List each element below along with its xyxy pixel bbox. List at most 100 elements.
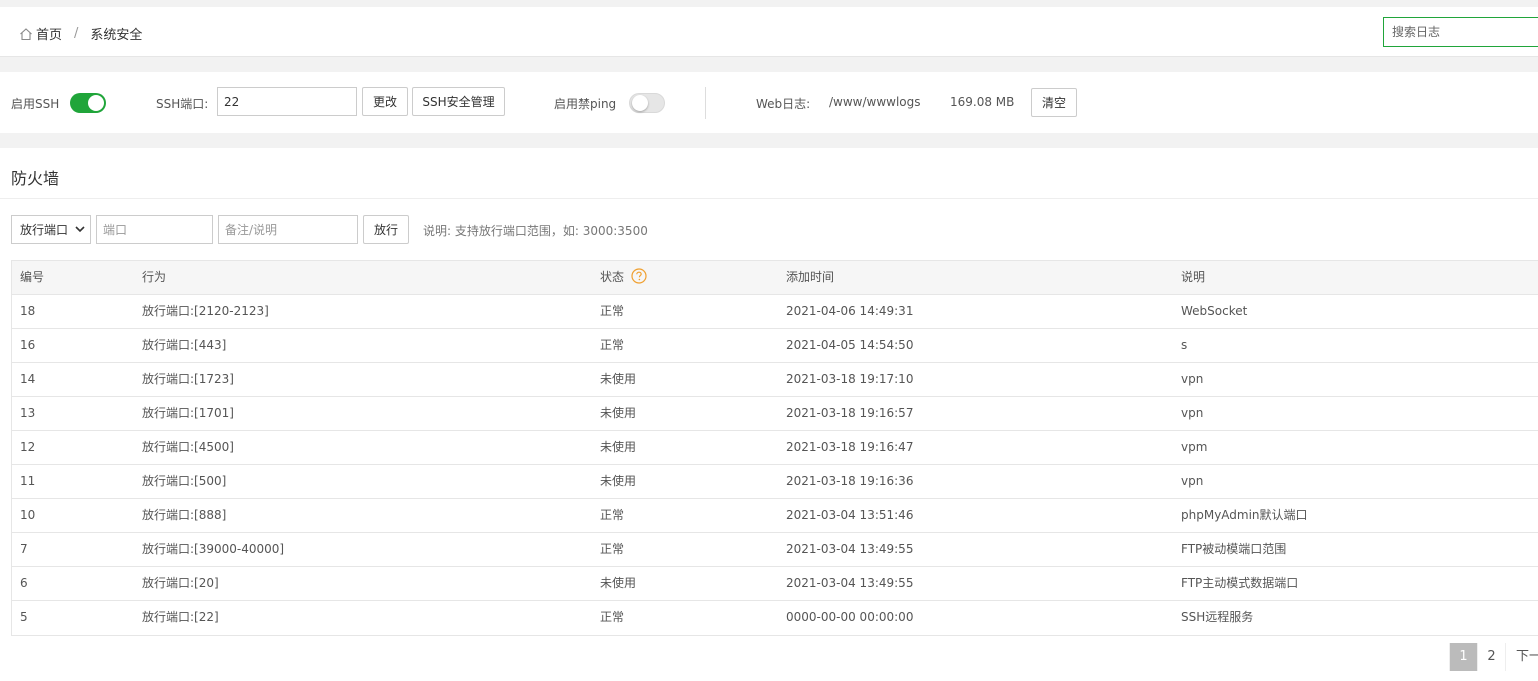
port-range-hint: 说明: 支持放行端口范围，如: 3000:3500 [423, 224, 648, 238]
rule-time: 2021-03-04 13:49:55 [786, 542, 914, 556]
rule-id: 7 [20, 542, 28, 556]
rule-note: vpn [1181, 406, 1204, 420]
rule-time: 2021-03-04 13:49:55 [786, 576, 914, 590]
rule-action: 放行端口:[22] [142, 610, 219, 624]
rule-status[interactable]: 未使用 [600, 431, 636, 464]
weblog-label: Web日志: [756, 97, 811, 111]
rule-status[interactable]: 正常 [600, 329, 624, 362]
rule-id: 10 [20, 508, 36, 522]
next-page-button[interactable]: 下一 [1505, 643, 1538, 671]
table-row: 11 放行端口:[500] 未使用 2021-03-18 19:16:36 vpn [12, 465, 1538, 499]
rule-id: 14 [20, 372, 36, 386]
home-icon[interactable] [19, 27, 33, 41]
weblog-size: 169.08 MB [950, 95, 1015, 109]
divider [705, 87, 706, 119]
ssh-manage-button[interactable]: SSH安全管理 [412, 87, 505, 116]
rule-id: 13 [20, 406, 36, 420]
column-header-action: 行为 [142, 270, 167, 284]
table-header: 编号 行为 状态 添加时间 说明 [12, 261, 1538, 295]
rule-status[interactable]: 正常 [600, 533, 624, 566]
rule-note: vpn [1181, 474, 1204, 488]
divider [0, 198, 1538, 199]
rule-action: 放行端口:[443] [142, 338, 227, 352]
rule-time: 2021-03-18 19:16:47 [786, 440, 914, 454]
page-2-button[interactable]: 2 [1477, 643, 1505, 671]
note-input[interactable] [218, 215, 358, 244]
clear-log-button[interactable]: 清空 [1031, 88, 1077, 117]
ssh-port-input[interactable] [217, 87, 357, 116]
table-body: 18 放行端口:[2120-2123] 正常 2021-04-06 14:49:31 W… [12, 295, 1538, 635]
help-icon[interactable] [631, 268, 647, 284]
column-header-note: 说明 [1181, 270, 1206, 284]
ssh-enable-label: 启用SSH [11, 97, 60, 111]
ssh-settings-bar: 启用SSH SSH端口: 更改 SSH安全管理 启用禁ping Web日志: /… [0, 72, 1538, 133]
rule-note: s [1181, 338, 1188, 352]
column-header-time: 添加时间 [786, 270, 835, 284]
rule-note: phpMyAdmin默认端口 [1181, 508, 1308, 522]
rule-time: 0000-00-00 00:00:00 [786, 610, 914, 624]
rule-action: 放行端口:[4500] [142, 440, 234, 454]
ping-toggle[interactable] [629, 93, 665, 113]
rule-action: 放行端口:[888] [142, 508, 227, 522]
top-strip [0, 0, 1538, 7]
rule-id: 6 [20, 576, 28, 590]
rule-status[interactable]: 正常 [600, 499, 624, 532]
firewall-panel: 防火墙 放行端口 放行 说明: 支持放行端口范围，如: 3000:3500 编号… [0, 148, 1538, 681]
change-port-button[interactable]: 更改 [362, 87, 408, 116]
toggle-knob [88, 95, 104, 111]
breadcrumb: 首页 / 系统安全 [19, 24, 142, 43]
table-row: 16 放行端口:[443] 正常 2021-04-05 14:54:50 s [12, 329, 1538, 363]
rule-status[interactable]: 未使用 [600, 397, 636, 430]
status-header-label: 状态 [600, 270, 625, 284]
ssh-port-label: SSH端口: [156, 97, 209, 111]
rule-status[interactable]: 未使用 [600, 567, 636, 600]
rule-action: 放行端口:[20] [142, 576, 219, 590]
search-log-input[interactable] [1383, 17, 1538, 47]
rule-action: 放行端口:[39000-40000] [142, 542, 285, 556]
port-input[interactable] [96, 215, 213, 244]
ping-label: 启用禁ping [554, 97, 617, 111]
action-select[interactable]: 放行端口 [11, 215, 91, 244]
table-row: 5 放行端口:[22] 正常 0000-00-00 00:00:00 SSH远程服务 [12, 601, 1538, 635]
table-row: 13 放行端口:[1701] 未使用 2021-03-18 19:16:57 vpn [12, 397, 1538, 431]
chevron-down-icon [75, 226, 85, 233]
rule-action: 放行端口:[1723] [142, 372, 234, 386]
rule-status[interactable]: 未使用 [600, 363, 636, 396]
rule-action: 放行端口:[1701] [142, 406, 234, 420]
table-row: 12 放行端口:[4500] 未使用 2021-03-18 19:16:47 vpm [12, 431, 1538, 465]
rule-action: 放行端口:[500] [142, 474, 227, 488]
rule-time: 2021-03-18 19:16:57 [786, 406, 914, 420]
action-select-value: 放行端口 [20, 223, 69, 237]
rule-status[interactable]: 正常 [600, 601, 624, 634]
rule-status[interactable]: 未使用 [600, 465, 636, 498]
rule-time: 2021-03-04 13:51:46 [786, 508, 914, 522]
table-row: 14 放行端口:[1723] 未使用 2021-03-18 19:17:10 vpn [12, 363, 1538, 397]
rule-id: 11 [20, 474, 36, 488]
table-row: 7 放行端口:[39000-40000] 正常 2021-03-04 13:49:55… [12, 533, 1538, 567]
rule-time: 2021-03-18 19:17:10 [786, 372, 914, 386]
breadcrumb-home[interactable]: 首页 [36, 24, 62, 43]
rule-note: vpn [1181, 372, 1204, 386]
ssh-toggle[interactable] [70, 93, 106, 113]
breadcrumb-current: 系统安全 [90, 28, 143, 43]
rule-id: 12 [20, 440, 36, 454]
rule-time: 2021-03-18 19:16:36 [786, 474, 914, 488]
rule-action: 放行端口:[2120-2123] [142, 304, 269, 318]
rule-note: WebSocket [1181, 304, 1248, 318]
rule-note: FTP主动模式数据端口 [1181, 576, 1299, 590]
rule-status[interactable]: 正常 [600, 295, 624, 328]
weblog-path-link[interactable]: /www/wwwlogs [829, 95, 921, 109]
column-header-status: 状态 [600, 261, 647, 294]
pagination: 1 2 下一 [1449, 643, 1538, 671]
rule-note: FTP被动模端口范围 [1181, 542, 1287, 556]
rule-note: vpm [1181, 440, 1208, 454]
breadcrumb-separator: / [74, 26, 79, 41]
rule-id: 16 [20, 338, 36, 352]
table-row: 10 放行端口:[888] 正常 2021-03-04 13:51:46 phpMyAd… [12, 499, 1538, 533]
firewall-table: 编号 行为 状态 添加时间 说明 18 放行端口:[2120-2123] 正常 202… [11, 260, 1538, 636]
page-1-button[interactable]: 1 [1449, 643, 1477, 671]
rule-id: 18 [20, 304, 36, 318]
allow-port-button[interactable]: 放行 [363, 215, 409, 244]
rule-note: SSH远程服务 [1181, 610, 1254, 624]
toggle-knob [632, 95, 648, 111]
